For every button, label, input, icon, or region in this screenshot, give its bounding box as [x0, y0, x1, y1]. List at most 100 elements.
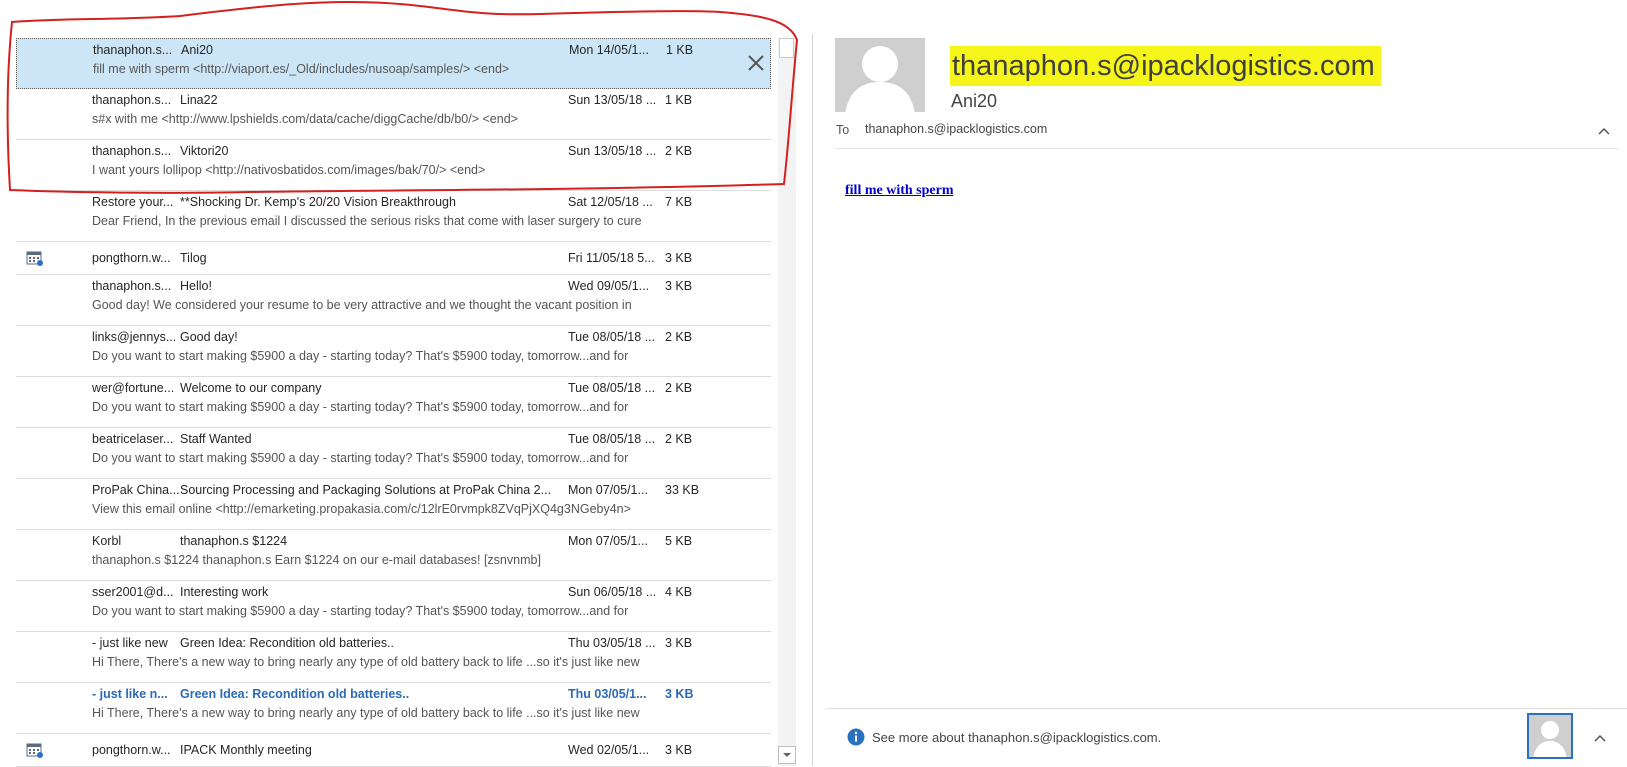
message-sender: Korbl [92, 534, 122, 548]
message-sender: links@jennys... [92, 330, 177, 344]
message-date: Tue 08/05/18 ... [568, 330, 656, 344]
message-date: Fri 11/05/18 5... [568, 251, 655, 265]
message-size: 4 KB [665, 585, 693, 599]
message-subject: Lina22 [180, 93, 218, 107]
message-subject: Interesting work [180, 585, 269, 599]
message-subject: Tilog [180, 251, 207, 265]
message-date: Mon 07/05/1... [568, 534, 648, 548]
message-body-link[interactable]: fill me with sperm [845, 183, 953, 199]
message-row[interactable]: thanaphon.s... Ani20 Mon 14/05/1... 1 KB… [16, 38, 771, 89]
chevron-up-icon[interactable] [1593, 731, 1607, 745]
message-sender: pongthorn.w... [92, 743, 171, 757]
chevron-up-icon[interactable] [1597, 124, 1611, 138]
message-subject: Ani20 [181, 43, 213, 57]
person-icon [1533, 721, 1567, 757]
message-preview: Dear Friend, In the previous email I dis… [92, 214, 642, 228]
message-sender: thanaphon.s... [92, 144, 172, 158]
message-sender: - just like new [92, 636, 168, 650]
message-date: Sun 13/05/18 ... [568, 93, 657, 107]
message-size: 2 KB [665, 330, 693, 344]
message-date: Tue 08/05/18 ... [568, 432, 656, 446]
message-size: 3 KB [665, 279, 693, 293]
info-icon [847, 728, 865, 746]
scroll-thumb[interactable] [779, 38, 794, 58]
header-divider [835, 148, 1619, 149]
person-icon [845, 46, 915, 112]
message-sender: - just like n... [92, 687, 168, 701]
message-row[interactable]: wer@fortune... Welcome to our company Tu… [16, 377, 771, 428]
message-row[interactable]: sser2001@d... Interesting work Sun 06/05… [16, 581, 771, 632]
message-subject: Green Idea: Recondition old batteries.. [180, 687, 410, 701]
message-sender: sser2001@d... [92, 585, 174, 599]
message-row[interactable]: - just like new Green Idea: Recondition … [16, 632, 771, 683]
message-size: 3 KB [665, 743, 693, 757]
meeting-row[interactable]: pongthorn.w... IPACK Monthly meeting Wed… [16, 734, 771, 767]
message-preview: Good day! We considered your resume to b… [92, 298, 632, 312]
message-preview: Hi There, There's a new way to bring nea… [92, 706, 640, 720]
message-row[interactable]: links@jennys... Good day! Tue 08/05/18 .… [16, 326, 771, 377]
message-subject: **Shocking Dr. Kemp's 20/20 Vision Break… [180, 195, 456, 209]
message-preview: View this email online <http://emarketin… [92, 502, 631, 516]
message-sender: pongthorn.w... [92, 251, 171, 265]
scroll-down-button[interactable] [778, 746, 796, 764]
message-row[interactable]: thanaphon.s... Lina22 Sun 13/05/18 ... 1… [16, 89, 771, 140]
message-size: 3 KB [665, 251, 693, 265]
close-icon[interactable] [746, 53, 766, 73]
message-size: 1 KB [666, 43, 694, 57]
people-pane-avatar[interactable] [1527, 713, 1573, 759]
message-date: Thu 03/05/1... [568, 687, 647, 701]
message-size: 5 KB [665, 534, 693, 548]
see-more-text[interactable]: See more about thanaphon.s@ipacklogistic… [872, 730, 1161, 745]
message-date: Tue 08/05/18 ... [568, 381, 656, 395]
reading-pane: thanaphon.s@ipacklogistics.com Ani20 To … [813, 0, 1627, 766]
sender-email: thanaphon.s@ipacklogistics.com [950, 46, 1381, 86]
message-preview: Do you want to start making $5900 a day … [92, 604, 629, 618]
message-row[interactable]: thanaphon.s... Viktori20 Sun 13/05/18 ..… [16, 140, 771, 191]
message-subject: IPACK Monthly meeting [180, 743, 312, 757]
message-preview: Do you want to start making $5900 a day … [92, 451, 629, 465]
message-date: Sun 06/05/18 ... [568, 585, 657, 599]
sender-name: Ani20 [951, 91, 998, 111]
calendar-icon [26, 251, 43, 266]
message-sender: Restore your... [92, 195, 174, 209]
message-size: 2 KB [665, 144, 693, 158]
message-row[interactable]: thanaphon.s... Hello! Wed 09/05/1... 3 K… [16, 275, 771, 326]
message-row-unread[interactable]: - just like n... Green Idea: Recondition… [16, 683, 771, 734]
message-size: 1 KB [665, 93, 693, 107]
message-subject: Viktori20 [180, 144, 229, 158]
message-sender: thanaphon.s... [92, 93, 172, 107]
people-pane: See more about thanaphon.s@ipacklogistic… [827, 708, 1627, 767]
message-sender: thanaphon.s... [93, 43, 173, 57]
message-preview: Do you want to start making $5900 a day … [92, 349, 629, 363]
message-subject: Sourcing Processing and Packaging Soluti… [180, 483, 552, 497]
message-preview: fill me with sperm <http://viaport.es/_O… [93, 62, 510, 76]
message-row[interactable]: beatricelaser... Staff Wanted Tue 08/05/… [16, 428, 771, 479]
message-size: 3 KB [665, 687, 694, 701]
message-row[interactable]: ProPak China... Sourcing Processing and … [16, 479, 771, 530]
message-list-scrollbar[interactable] [778, 38, 796, 766]
message-size: 7 KB [665, 195, 693, 209]
to-label: To [836, 123, 850, 137]
message-sender: ProPak China... [92, 483, 180, 497]
message-sender: wer@fortune... [92, 381, 175, 395]
message-row[interactable]: Restore your... **Shocking Dr. Kemp's 20… [16, 191, 771, 242]
message-date: Thu 03/05/18 ... [568, 636, 656, 650]
message-subject: Green Idea: Recondition old batteries.. [180, 636, 395, 650]
message-subject: Welcome to our company [180, 381, 322, 395]
message-preview: thanaphon.s $1224 thanaphon.s Earn $1224… [92, 553, 541, 567]
message-preview: Do you want to start making $5900 a day … [92, 400, 629, 414]
message-size: 2 KB [665, 432, 693, 446]
message-size: 3 KB [665, 636, 693, 650]
message-preview: Hi There, There's a new way to bring nea… [92, 655, 640, 669]
sender-avatar [835, 38, 925, 112]
message-sender: thanaphon.s... [92, 279, 172, 293]
message-sender: beatricelaser... [92, 432, 174, 446]
message-list-pane: thanaphon.s... Ani20 Mon 14/05/1... 1 KB… [0, 0, 800, 767]
meeting-row[interactable]: pongthorn.w... Tilog Fri 11/05/18 5... 3… [16, 242, 771, 275]
message-row[interactable]: Korbl thanaphon.s $1224 Mon 07/05/1... 5… [16, 530, 771, 581]
message-date: Mon 07/05/1... [568, 483, 648, 497]
to-recipient[interactable]: thanaphon.s@ipacklogistics.com [865, 122, 1047, 136]
message-date: Wed 02/05/1... [568, 743, 650, 757]
message-size: 2 KB [665, 381, 693, 395]
chevron-down-icon [783, 753, 791, 757]
